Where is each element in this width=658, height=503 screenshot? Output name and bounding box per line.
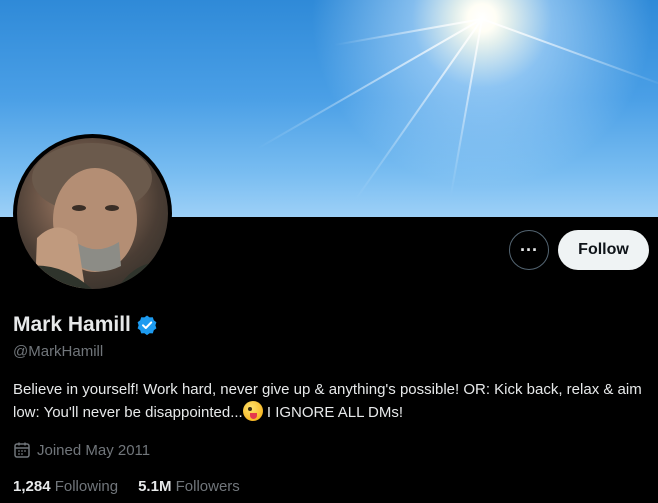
profile-bio: Believe in yourself! Work hard, never gi… (13, 379, 653, 424)
display-name: Mark Hamill (13, 313, 131, 336)
followers-link[interactable]: 5.1M Followers (138, 478, 240, 495)
profile-avatar[interactable] (13, 134, 172, 293)
user-handle: @MarkHamill (13, 343, 104, 360)
winking-face-with-tongue-icon (242, 401, 263, 421)
verified-badge-icon[interactable] (136, 314, 158, 336)
bio-tail-text: I IGNORE ALL DMs! (262, 404, 404, 421)
following-link[interactable]: 1,284 Following (13, 478, 118, 495)
name-row: Mark Hamill (13, 313, 158, 337)
more-icon: ··· (520, 239, 538, 260)
following-label: Following (54, 478, 119, 495)
avatar-photo (17, 143, 168, 289)
follow-button[interactable]: Follow (558, 230, 649, 270)
joined-date: Joined May 2011 (13, 441, 150, 459)
following-count: 1,284 (13, 478, 51, 495)
followers-label: Followers (175, 478, 240, 495)
joined-text: Joined May 2011 (37, 441, 151, 459)
follow-stats: 1,284 Following 5.1M Followers (13, 478, 260, 495)
calendar-icon (14, 442, 30, 458)
followers-count: 5.1M (138, 478, 172, 495)
more-options-button[interactable]: ··· (509, 230, 549, 270)
